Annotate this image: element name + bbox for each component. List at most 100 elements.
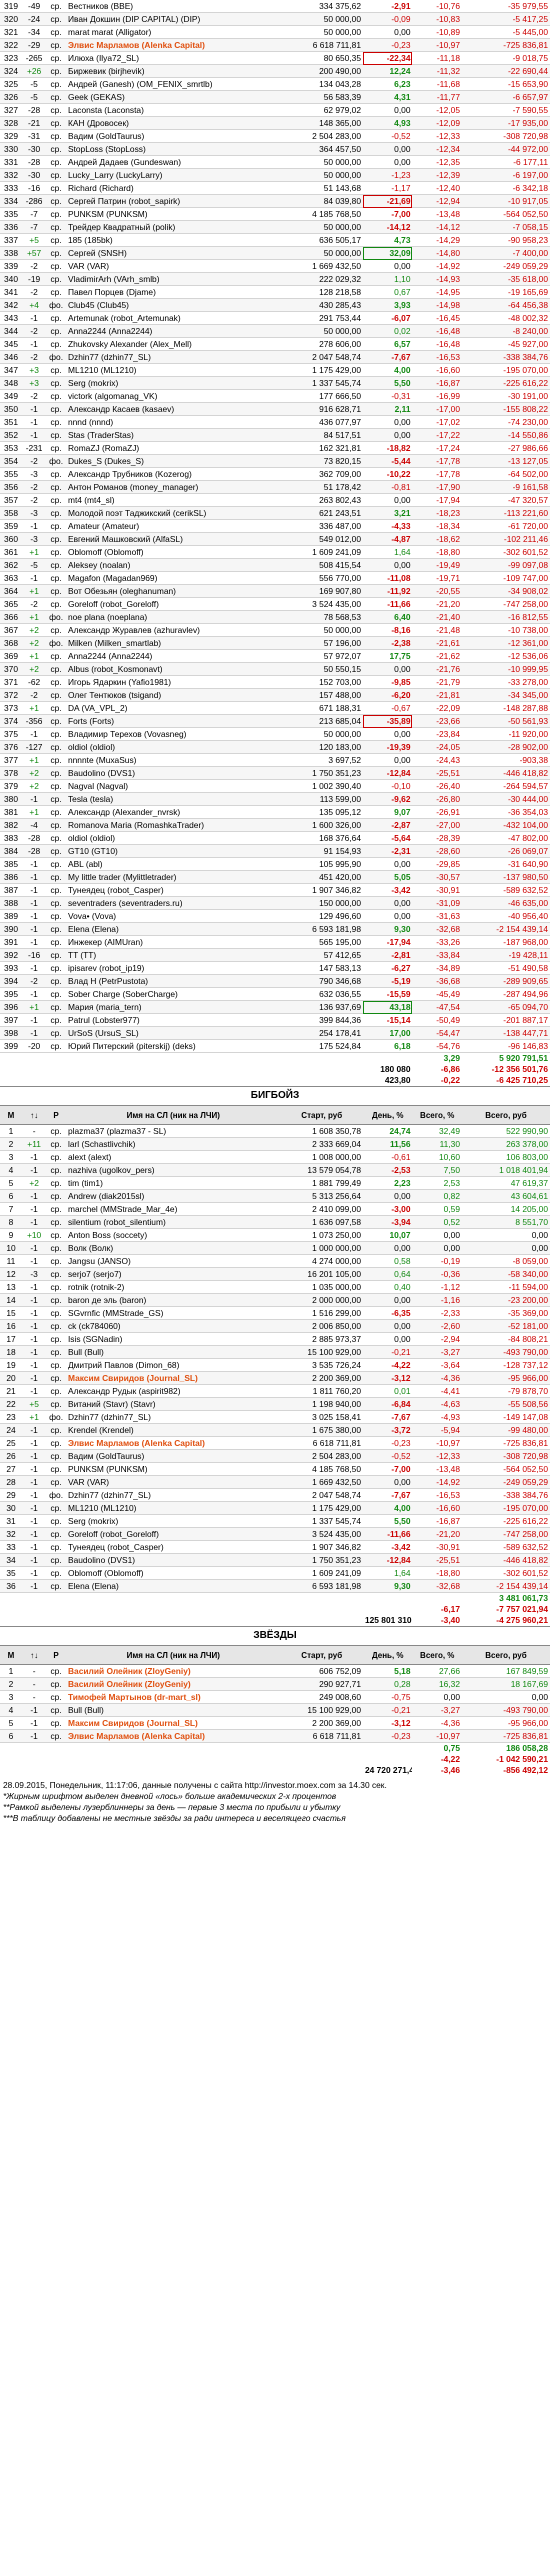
total-percent-cell: 0,00 xyxy=(412,1690,462,1704)
table-row: 14 -1 ср. baron де эль (baron) 2 000 000,00 0… xyxy=(0,1293,550,1307)
table-row: 33 -1 ср. Тунеядец (robot_Casper) 1 907 346,… xyxy=(0,1540,550,1554)
total-percent-cell: -3,64 xyxy=(412,1358,462,1372)
trader-name-cell: Волк (Волк) xyxy=(65,1241,281,1255)
total-percent-cell: -21,48 xyxy=(412,623,462,637)
total-percent-cell: -30,91 xyxy=(412,1540,462,1554)
start-capital-cell: 84 517,51 xyxy=(280,428,363,442)
total-rub-cell: -12 536,06 xyxy=(461,649,550,663)
total-percent-cell: -14,92 xyxy=(412,259,462,273)
day-percent-cell: 0,00 xyxy=(362,909,413,923)
trader-name-cell: Витаний (Stavr) (Stavr) xyxy=(65,1397,281,1411)
rank-cell: 375 xyxy=(0,727,22,741)
totals-cell: 423,80 xyxy=(362,1075,413,1086)
rank-change-cell: - xyxy=(22,1690,47,1704)
trader-name-cell: Geek (GEKAS) xyxy=(65,90,281,104)
trader-name-cell: Мария (maria_tern) xyxy=(65,1000,281,1014)
rank-cell: 340 xyxy=(0,272,22,286)
table-row: 2- ср. Василий Олейник (ZloyGeniy) 290 927,… xyxy=(0,1677,550,1691)
start-capital-cell: 50 000,00 xyxy=(280,324,363,338)
start-capital-cell: 1 881 799,49 xyxy=(280,1176,363,1190)
rank-change-cell: -1 xyxy=(22,1319,47,1333)
total-rub-cell: -65 094,70 xyxy=(461,1000,550,1014)
start-capital-cell: 2 047 548,74 xyxy=(280,1488,363,1502)
trader-name-cell: ipisarev (robot_ip19) xyxy=(65,961,281,975)
rank-change-cell: -19 xyxy=(22,272,47,286)
table-row: 376 -127 ср. oldiol (oldiol) 120 183,00 -19,3… xyxy=(0,740,550,754)
trader-name-cell: Amateur (Amateur) xyxy=(65,519,281,533)
rank-cell: 15 xyxy=(0,1306,22,1320)
market-cell: фо. xyxy=(46,610,66,624)
rank-cell: 29 xyxy=(0,1488,22,1502)
rank-change-cell: -24 xyxy=(22,12,47,26)
trader-name-cell: My little trader (Mylittletrader) xyxy=(65,870,281,884)
market-cell: ср. xyxy=(46,1306,66,1320)
empty-cell xyxy=(280,1742,363,1754)
rank-change-cell: -1 xyxy=(22,1215,47,1229)
rank-cell: 353 xyxy=(0,441,22,455)
trader-name-cell: Albus (robot_Kosmonavt) xyxy=(65,662,281,676)
table-row: 338 +57 ср. Сергей (SNSH) 50 000,00 32,09 -14,… xyxy=(0,246,550,260)
market-cell: фо. xyxy=(46,1488,66,1502)
column-header: Всего, руб xyxy=(461,1646,550,1665)
start-capital-cell: 362 709,00 xyxy=(280,467,363,481)
market-cell: ср. xyxy=(46,1703,66,1717)
trader-name-cell: PUNKSM (PUNKSM) xyxy=(65,207,281,221)
start-capital-cell: 1 198 940,00 xyxy=(280,1397,363,1411)
stars-title: ЗВЁЗДЫ xyxy=(0,1626,550,1646)
market-cell: ср. xyxy=(46,324,66,338)
trader-name-cell: StopLoss (StopLoss) xyxy=(65,142,281,156)
column-header: Р xyxy=(46,1106,66,1125)
day-percent-cell: 6,23 xyxy=(362,77,413,91)
day-percent-cell: -0,67 xyxy=(362,701,413,715)
table-row: 3 -1 ср. alext (alext) 1 008 000,00 -0,61 10,6… xyxy=(0,1150,550,1164)
trader-name-cell: Александр Журавлев (azhuravlev) xyxy=(65,623,281,637)
start-capital-cell: 62 979,02 xyxy=(280,103,363,117)
rank-cell: 36 xyxy=(0,1579,22,1593)
total-percent-cell: -0,36 xyxy=(412,1267,462,1281)
total-rub-cell: 263 378,00 xyxy=(461,1137,550,1151)
day-percent-cell: 0,00 xyxy=(362,558,413,572)
table-row: 340 -19 ср. VladimirArh (VArh_smlb) 222 029,… xyxy=(0,272,550,286)
table-row: 377 +1 ср. nnnnte (MuxaSus) 3 697,52 0,00 -24,… xyxy=(0,753,550,767)
rank-change-cell: -1 xyxy=(22,896,47,910)
day-percent-cell: 3,21 xyxy=(362,506,413,520)
total-percent-cell: -10,97 xyxy=(412,1729,462,1743)
table-row: 5 +2 ср. tim (tim1) 1 881 799,49 2,23 2,53 47 6… xyxy=(0,1176,550,1190)
rank-cell: 329 xyxy=(0,129,22,143)
trader-name-cell: Elena (Elena) xyxy=(65,1579,281,1593)
market-cell: ср. xyxy=(46,675,66,689)
trader-name-cell: larl (Schastlivchik) xyxy=(65,1137,281,1151)
totals-cell: 5 920 791,51 xyxy=(461,1052,550,1064)
total-percent-cell: -21,20 xyxy=(412,597,462,611)
total-rub-cell: -11 920,00 xyxy=(461,727,550,741)
market-cell: ср. xyxy=(46,1319,66,1333)
rank-cell: 24 xyxy=(0,1423,22,1437)
market-cell: ср. xyxy=(46,1280,66,1294)
start-capital-cell: 436 077,97 xyxy=(280,415,363,429)
day-percent-cell: 1,64 xyxy=(362,545,413,559)
start-capital-cell: 1 609 241,09 xyxy=(280,1566,363,1580)
totals-cell: 3 481 061,73 xyxy=(461,1592,550,1604)
rank-change-cell: -1 xyxy=(22,1501,47,1515)
table-row: 9 +10 ср. Anton Boss (soccety) 1 073 250,00 1… xyxy=(0,1228,550,1242)
trader-name-cell: Трейдер Квадратный (polik) xyxy=(65,220,281,234)
rank-change-cell: -34 xyxy=(22,25,47,39)
trader-name-cell: noe plana (noeplana) xyxy=(65,610,281,624)
day-percent-cell: -6,27 xyxy=(362,961,413,975)
table-row: 388 -1 ср. seventraders (seventraders.ru) 15… xyxy=(0,896,550,910)
trader-name-cell: Andrew (diak2015sl) xyxy=(65,1189,281,1203)
total-rub-cell: -55 508,56 xyxy=(461,1397,550,1411)
rank-cell: 337 xyxy=(0,233,22,247)
total-rub-cell: -8 059,00 xyxy=(461,1254,550,1268)
market-cell: ср. xyxy=(46,1332,66,1346)
market-cell: ср. xyxy=(46,714,66,728)
total-percent-cell: -14,95 xyxy=(412,285,462,299)
trader-name-cell: SGvrnfic (MMStrade_GS) xyxy=(65,1306,281,1320)
table-row: 341 -2 ср. Павел Порцев (Djame) 128 218,58 0,… xyxy=(0,285,550,299)
day-percent-cell: -6,84 xyxy=(362,1397,413,1411)
table-row: 346 -2 фо. Dzhin77 (dzhin77_SL) 2 047 548,74… xyxy=(0,350,550,364)
start-capital-cell: 162 321,81 xyxy=(280,441,363,455)
total-rub-cell: -95 966,00 xyxy=(461,1716,550,1730)
table-row: 20 -1 ср. Максим Свиридов (Journal_SL) 2 200… xyxy=(0,1371,550,1385)
rank-change-cell: -1 xyxy=(22,1306,47,1320)
